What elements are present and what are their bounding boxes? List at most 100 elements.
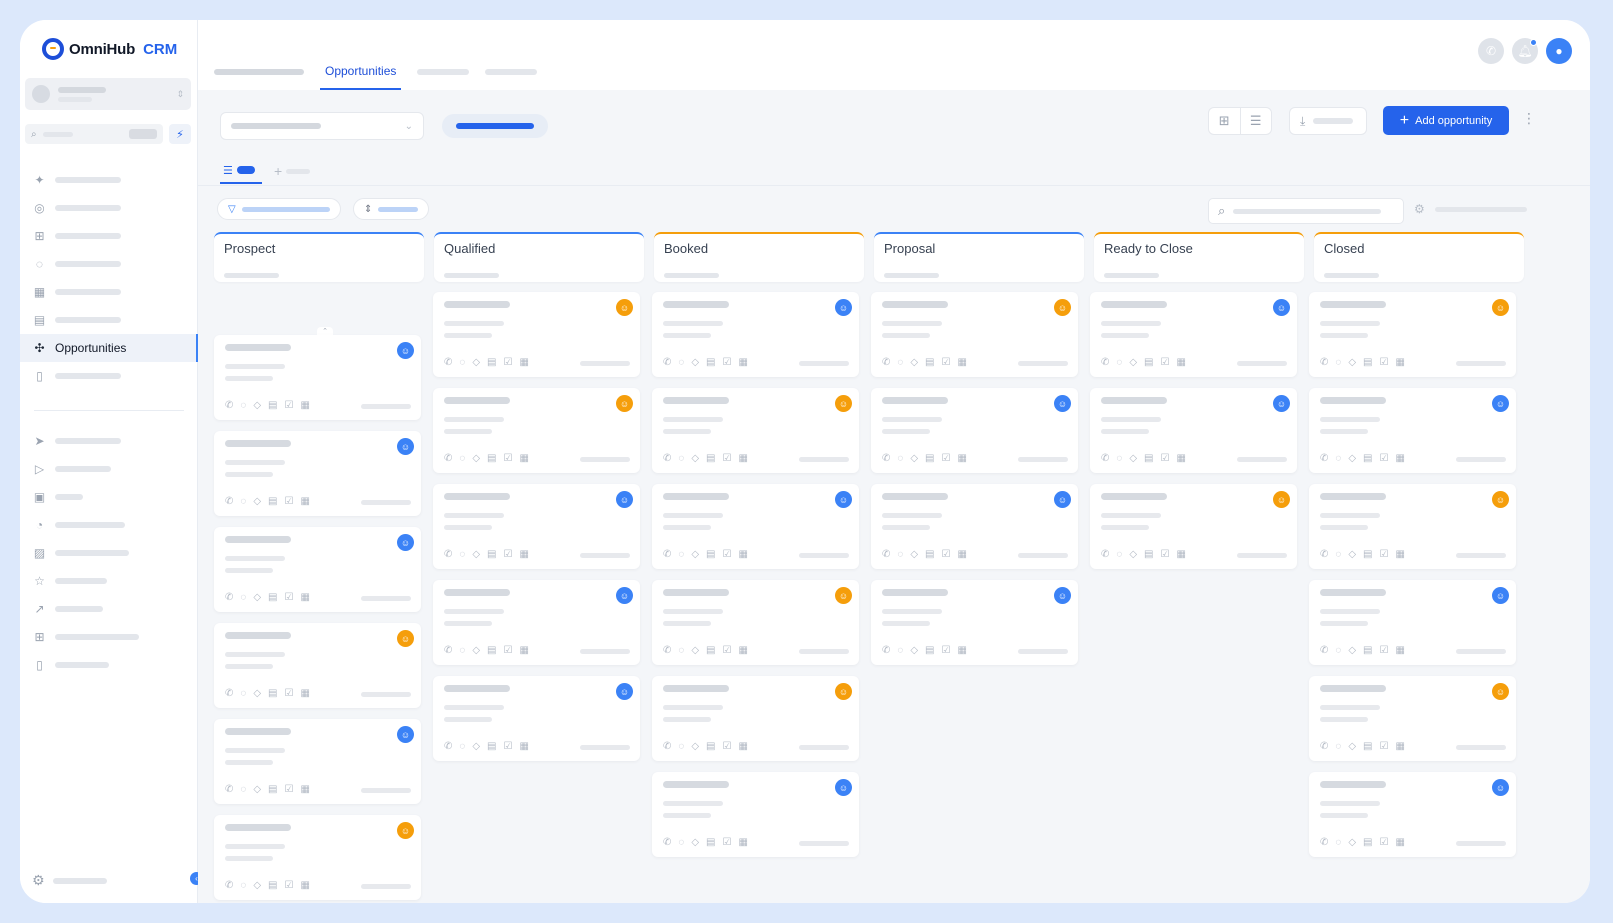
tag-icon[interactable]: ◇ xyxy=(691,838,699,848)
file-icon[interactable]: ▤ xyxy=(487,454,496,464)
calendar-icon[interactable]: ▦ xyxy=(1176,454,1185,464)
phone-icon[interactable]: ✆ xyxy=(225,593,233,603)
check-icon[interactable]: ☑ xyxy=(723,646,732,656)
tag-icon[interactable]: ◇ xyxy=(253,881,261,891)
chat-icon[interactable]: ◌ xyxy=(240,881,246,891)
chat-icon[interactable]: ◌ xyxy=(459,358,465,368)
owner-avatar-icon[interactable]: ☺ xyxy=(1492,587,1509,604)
calendar-icon[interactable]: ▦ xyxy=(519,358,528,368)
tag-icon[interactable]: ◇ xyxy=(910,454,918,464)
tab-opportunities[interactable]: Opportunities xyxy=(320,64,402,90)
opportunity-card[interactable]: ☺ ✆ ◌ ◇ ▤ ☑ ▦ xyxy=(433,580,640,665)
chat-icon[interactable]: ◌ xyxy=(459,742,465,752)
opportunity-card[interactable]: ☺ ✆ ◌ ◇ ▤ ☑ ▦ xyxy=(871,292,1078,377)
phone-icon[interactable]: ✆ xyxy=(663,742,671,752)
phone-icon[interactable]: ✆ xyxy=(444,454,452,464)
phone-icon[interactable]: ✆ xyxy=(225,689,233,699)
tag-icon[interactable]: ◇ xyxy=(691,646,699,656)
chat-icon[interactable]: ◌ xyxy=(678,358,684,368)
calendar-icon[interactable]: ▦ xyxy=(1395,742,1404,752)
owner-avatar-icon[interactable]: ☺ xyxy=(1273,491,1290,508)
check-icon[interactable]: ☑ xyxy=(1161,454,1170,464)
check-icon[interactable]: ☑ xyxy=(942,358,951,368)
calendar-icon[interactable]: ▦ xyxy=(738,550,747,560)
file-icon[interactable]: ▤ xyxy=(268,881,277,891)
opportunity-card[interactable]: ☺ ✆ ◌ ◇ ▤ ☑ ▦ xyxy=(652,772,859,857)
tag-icon[interactable]: ◇ xyxy=(1348,550,1356,560)
tag-icon[interactable]: ◇ xyxy=(691,358,699,368)
tab-placeholder[interactable] xyxy=(417,69,470,75)
check-icon[interactable]: ☑ xyxy=(285,593,294,603)
opportunity-card[interactable]: ☺ ✆ ◌ ◇ ▤ ☑ ▦ xyxy=(214,527,421,612)
sidebar-item-automation[interactable]: ▷ xyxy=(20,455,198,483)
check-icon[interactable]: ☑ xyxy=(285,785,294,795)
opportunity-card[interactable]: ☺ ✆ ◌ ◇ ▤ ☑ ▦ xyxy=(871,388,1078,473)
phone-icon[interactable]: ✆ xyxy=(663,358,671,368)
calendar-icon[interactable]: ▦ xyxy=(300,689,309,699)
more-options-icon[interactable]: ⋮ xyxy=(1522,110,1536,127)
file-icon[interactable]: ▤ xyxy=(706,358,715,368)
account-switcher[interactable]: ⇕ xyxy=(25,78,191,110)
opportunity-card[interactable]: ☺ ✆ ◌ ◇ ▤ ☑ ▦ xyxy=(1309,388,1516,473)
owner-avatar-icon[interactable]: ☺ xyxy=(616,683,633,700)
opportunity-card[interactable]: ☺ ✆ ◌ ◇ ▤ ☑ ▦ xyxy=(652,484,859,569)
check-icon[interactable]: ☑ xyxy=(285,689,294,699)
phone-icon[interactable]: ✆ xyxy=(1320,742,1328,752)
tag-icon[interactable]: ◇ xyxy=(1129,454,1137,464)
opportunity-card[interactable]: ☺ ✆ ◌ ◇ ▤ ☑ ▦ xyxy=(1090,388,1297,473)
opportunity-card[interactable]: ☺ ✆ ◌ ◇ ▤ ☑ ▦ xyxy=(652,676,859,761)
collapse-handle-icon[interactable]: ⌃ xyxy=(317,327,333,335)
owner-avatar-icon[interactable]: ☺ xyxy=(1054,587,1071,604)
phone-icon[interactable]: ✆ xyxy=(1320,454,1328,464)
calendar-icon[interactable]: ▦ xyxy=(519,742,528,752)
calendar-icon[interactable]: ▦ xyxy=(519,550,528,560)
phone-icon[interactable]: ✆ xyxy=(225,401,233,411)
tag-icon[interactable]: ◇ xyxy=(691,454,699,464)
calendar-icon[interactable]: ▦ xyxy=(738,646,747,656)
chat-icon[interactable]: ◌ xyxy=(459,454,465,464)
opportunity-card[interactable]: ☺ ✆ ◌ ◇ ▤ ☑ ▦ xyxy=(652,292,859,377)
file-icon[interactable]: ▤ xyxy=(268,497,277,507)
sidebar-search[interactable]: ⌕ xyxy=(25,124,163,144)
phone-icon[interactable]: ✆ xyxy=(882,454,890,464)
phone-icon[interactable]: ✆ xyxy=(882,646,890,656)
check-icon[interactable]: ☑ xyxy=(723,358,732,368)
owner-avatar-icon[interactable]: ☺ xyxy=(616,395,633,412)
calendar-icon[interactable]: ▦ xyxy=(1395,646,1404,656)
pipeline-select[interactable]: ⌄ xyxy=(220,112,424,140)
file-icon[interactable]: ▤ xyxy=(706,454,715,464)
search-input[interactable]: ⌕ xyxy=(1208,198,1404,224)
file-icon[interactable]: ▤ xyxy=(487,550,496,560)
tab-board-view[interactable]: ☰ xyxy=(220,158,262,184)
phone-icon[interactable]: ✆ xyxy=(444,646,452,656)
phone-icon[interactable]: ✆ xyxy=(225,497,233,507)
opportunity-card[interactable]: ☺ ✆ ◌ ◇ ▤ ☑ ▦ xyxy=(1090,292,1297,377)
check-icon[interactable]: ☑ xyxy=(723,838,732,848)
file-icon[interactable]: ▤ xyxy=(925,454,934,464)
phone-icon[interactable]: ✆ xyxy=(1101,550,1109,560)
owner-avatar-icon[interactable]: ☺ xyxy=(1492,395,1509,412)
file-icon[interactable]: ▤ xyxy=(706,550,715,560)
grid-view-icon[interactable]: ⊞ xyxy=(1209,108,1241,134)
opportunity-card[interactable]: ☺ ✆ ◌ ◇ ▤ ☑ ▦ xyxy=(433,676,640,761)
owner-avatar-icon[interactable]: ☺ xyxy=(835,491,852,508)
phone-icon[interactable]: ✆ xyxy=(663,550,671,560)
column-header[interactable]: Closed xyxy=(1314,232,1524,282)
file-icon[interactable]: ▤ xyxy=(1363,742,1372,752)
owner-avatar-icon[interactable]: ☺ xyxy=(1054,395,1071,412)
phone-icon[interactable]: ✆ xyxy=(1320,550,1328,560)
phone-icon[interactable]: ✆ xyxy=(663,454,671,464)
chat-icon[interactable]: ◌ xyxy=(240,497,246,507)
column-header[interactable]: Ready to Close xyxy=(1094,232,1304,282)
phone-icon[interactable]: ✆ xyxy=(444,358,452,368)
opportunity-card[interactable]: ☺ ✆ ◌ ◇ ▤ ☑ ▦ xyxy=(433,388,640,473)
calendar-icon[interactable]: ▦ xyxy=(300,881,309,891)
tag-icon[interactable]: ◇ xyxy=(1348,646,1356,656)
tag-icon[interactable]: ◇ xyxy=(691,742,699,752)
owner-avatar-icon[interactable]: ☺ xyxy=(1273,299,1290,316)
calendar-icon[interactable]: ▦ xyxy=(300,401,309,411)
phone-icon[interactable]: ✆ xyxy=(1320,838,1328,848)
opportunity-card[interactable]: ☺ ✆ ◌ ◇ ▤ ☑ ▦ xyxy=(871,580,1078,665)
calendar-icon[interactable]: ▦ xyxy=(738,358,747,368)
file-icon[interactable]: ▤ xyxy=(925,550,934,560)
